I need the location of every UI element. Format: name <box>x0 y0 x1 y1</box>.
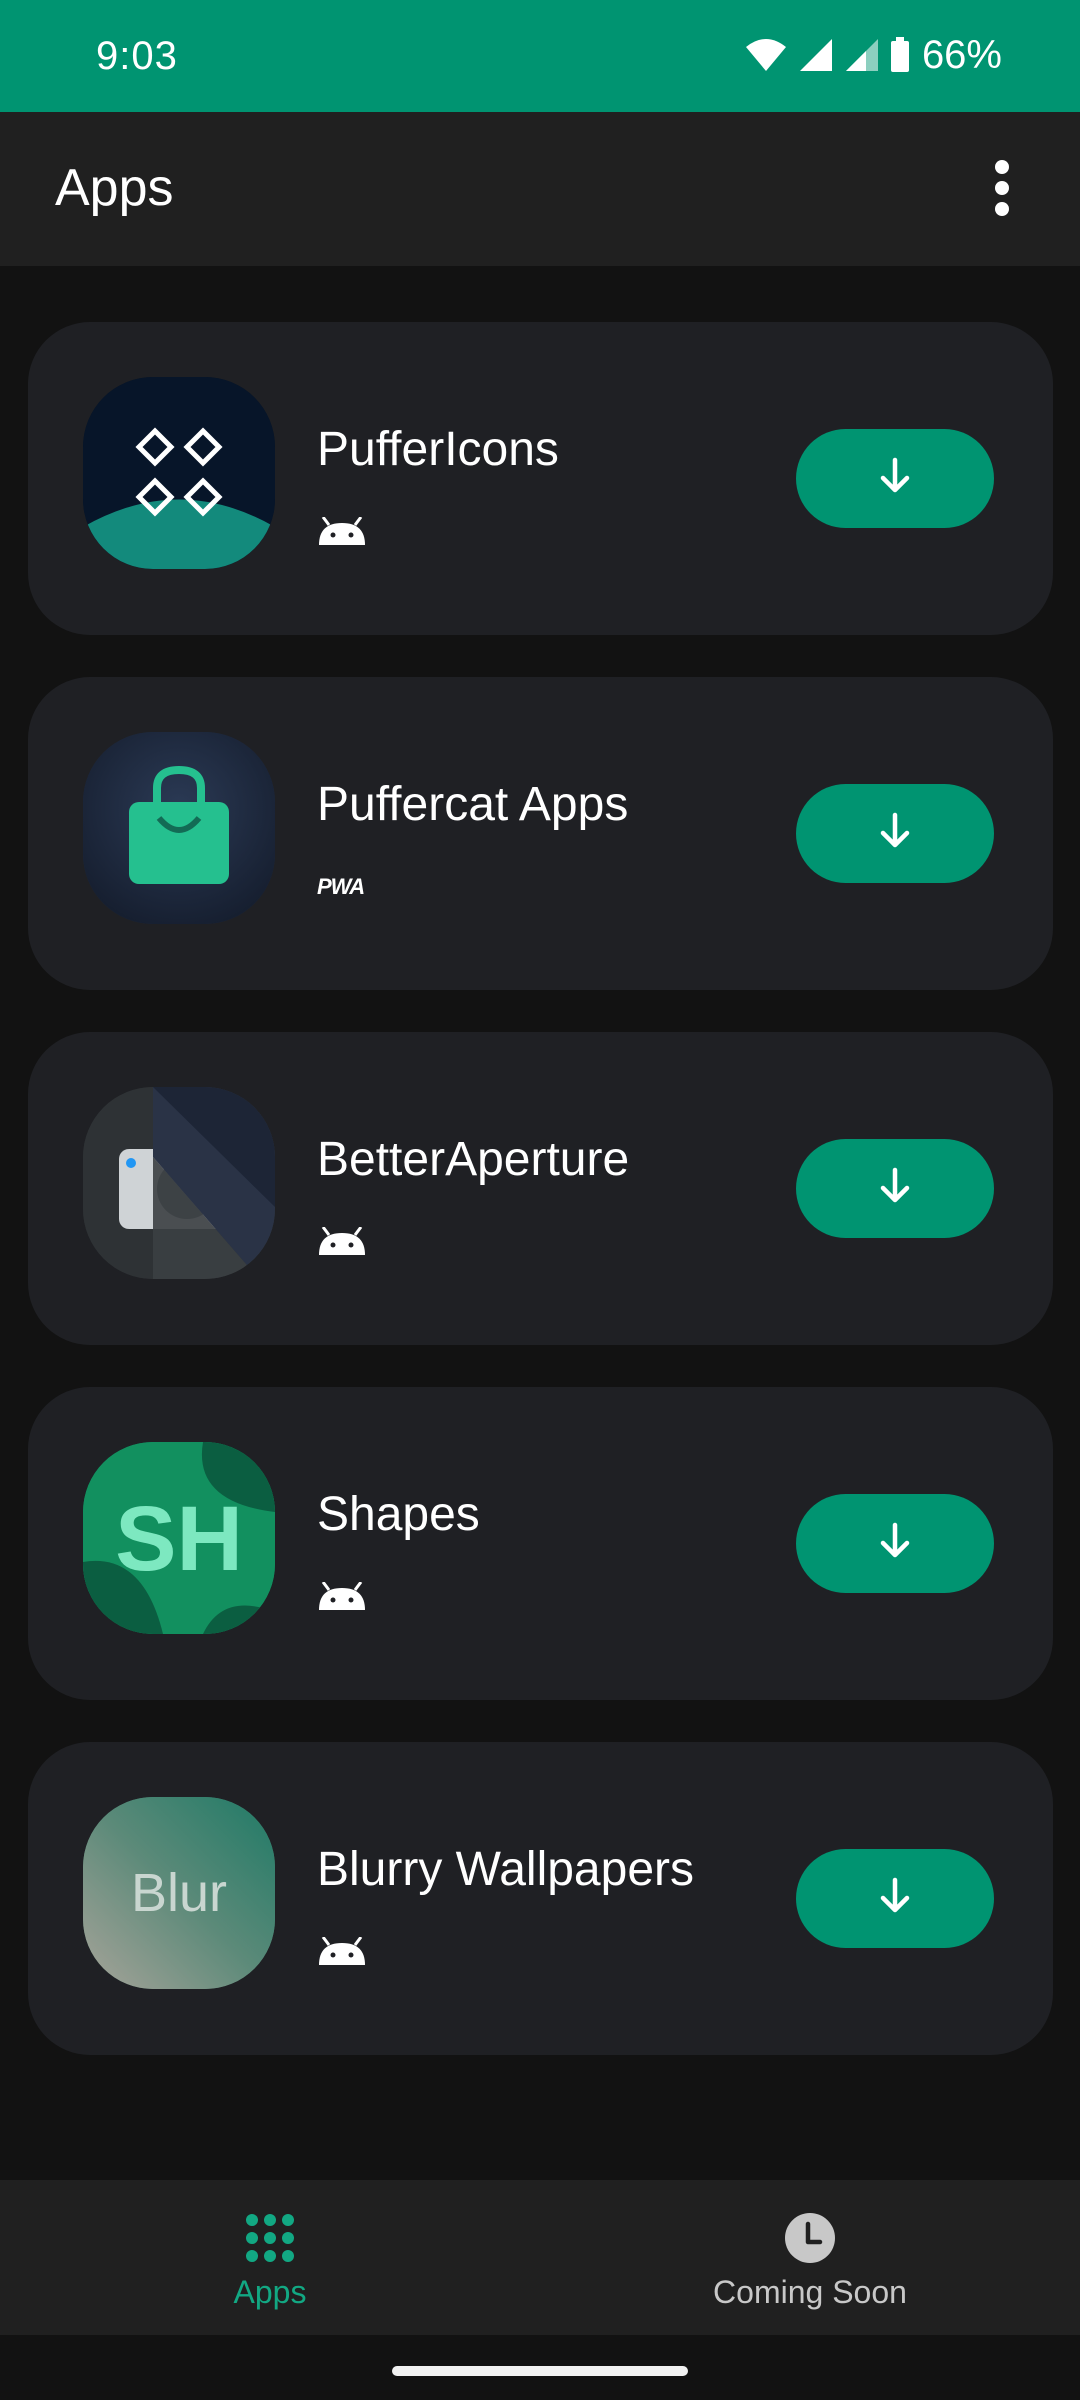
app-card[interactable]: Blur Blurry Wallpapers <box>28 1742 1053 2055</box>
battery-percent: 66% <box>921 32 1002 77</box>
app-card[interactable]: PufferIcons <box>28 322 1053 635</box>
page-title: Apps <box>55 159 174 217</box>
download-button[interactable] <box>796 1494 994 1593</box>
pwa-icon: PWA <box>317 867 365 907</box>
android-icon <box>317 1222 367 1262</box>
nav-item-coming-soon[interactable]: Coming Soon <box>540 2180 1080 2335</box>
app-card[interactable]: Puffercat Apps PWA <box>28 677 1053 990</box>
arrow-down-icon <box>875 1876 915 1921</box>
grid-dots-icon <box>242 2210 298 2266</box>
android-icon <box>317 1932 367 1972</box>
arrow-down-icon <box>875 1166 915 1211</box>
blur-icon-text: Blur <box>131 1863 227 1923</box>
status-time: 9:03 <box>96 34 178 78</box>
arrow-down-icon <box>875 811 915 856</box>
nav-label-coming-soon: Coming Soon <box>713 2274 907 2310</box>
status-bar: 9:03 66% <box>0 0 1080 112</box>
app-name: Blurry Wallpapers <box>317 1843 694 1896</box>
app-list: PufferIcons Puffercat Apps PWA BetterApe… <box>28 322 1053 2097</box>
pwa-label: PWA <box>317 874 365 899</box>
download-button[interactable] <box>796 784 994 883</box>
blurry-wallpapers-app-icon: Blur <box>83 1797 275 1989</box>
clock-icon <box>782 2210 838 2266</box>
android-icon <box>317 512 367 552</box>
download-button[interactable] <box>796 429 994 528</box>
app-card[interactable]: BetterAperture <box>28 1032 1053 1345</box>
app-name: Shapes <box>317 1488 480 1541</box>
wifi-icon <box>744 37 788 73</box>
shapes-icon-text: SH <box>115 1488 243 1590</box>
signal-icon-secondary <box>844 37 880 73</box>
nav-item-apps[interactable]: Apps <box>0 2180 540 2335</box>
puffercat-apps-icon <box>83 732 275 924</box>
battery-icon <box>890 37 910 73</box>
app-bar: Apps <box>0 112 1080 266</box>
overflow-menu-button[interactable] <box>954 142 1050 238</box>
app-name: PufferIcons <box>317 423 559 476</box>
app-name: Puffercat Apps <box>317 778 629 831</box>
status-icons: 66% <box>744 30 1002 80</box>
signal-icon <box>798 37 834 73</box>
more-vert-icon <box>994 159 1010 222</box>
download-button[interactable] <box>796 1849 994 1948</box>
download-button[interactable] <box>796 1139 994 1238</box>
nav-label-apps: Apps <box>233 2274 307 2310</box>
betteraperture-app-icon <box>83 1087 275 1279</box>
shapes-app-icon: SH <box>83 1442 275 1634</box>
android-icon <box>317 1577 367 1617</box>
arrow-down-icon <box>875 456 915 501</box>
home-gesture-handle[interactable] <box>392 2366 688 2376</box>
app-name: BetterAperture <box>317 1133 630 1186</box>
pufficons-app-icon <box>83 377 275 569</box>
arrow-down-icon <box>875 1521 915 1566</box>
app-card[interactable]: SH Shapes <box>28 1387 1053 1700</box>
bottom-navigation: Apps Coming Soon <box>0 2180 1080 2335</box>
